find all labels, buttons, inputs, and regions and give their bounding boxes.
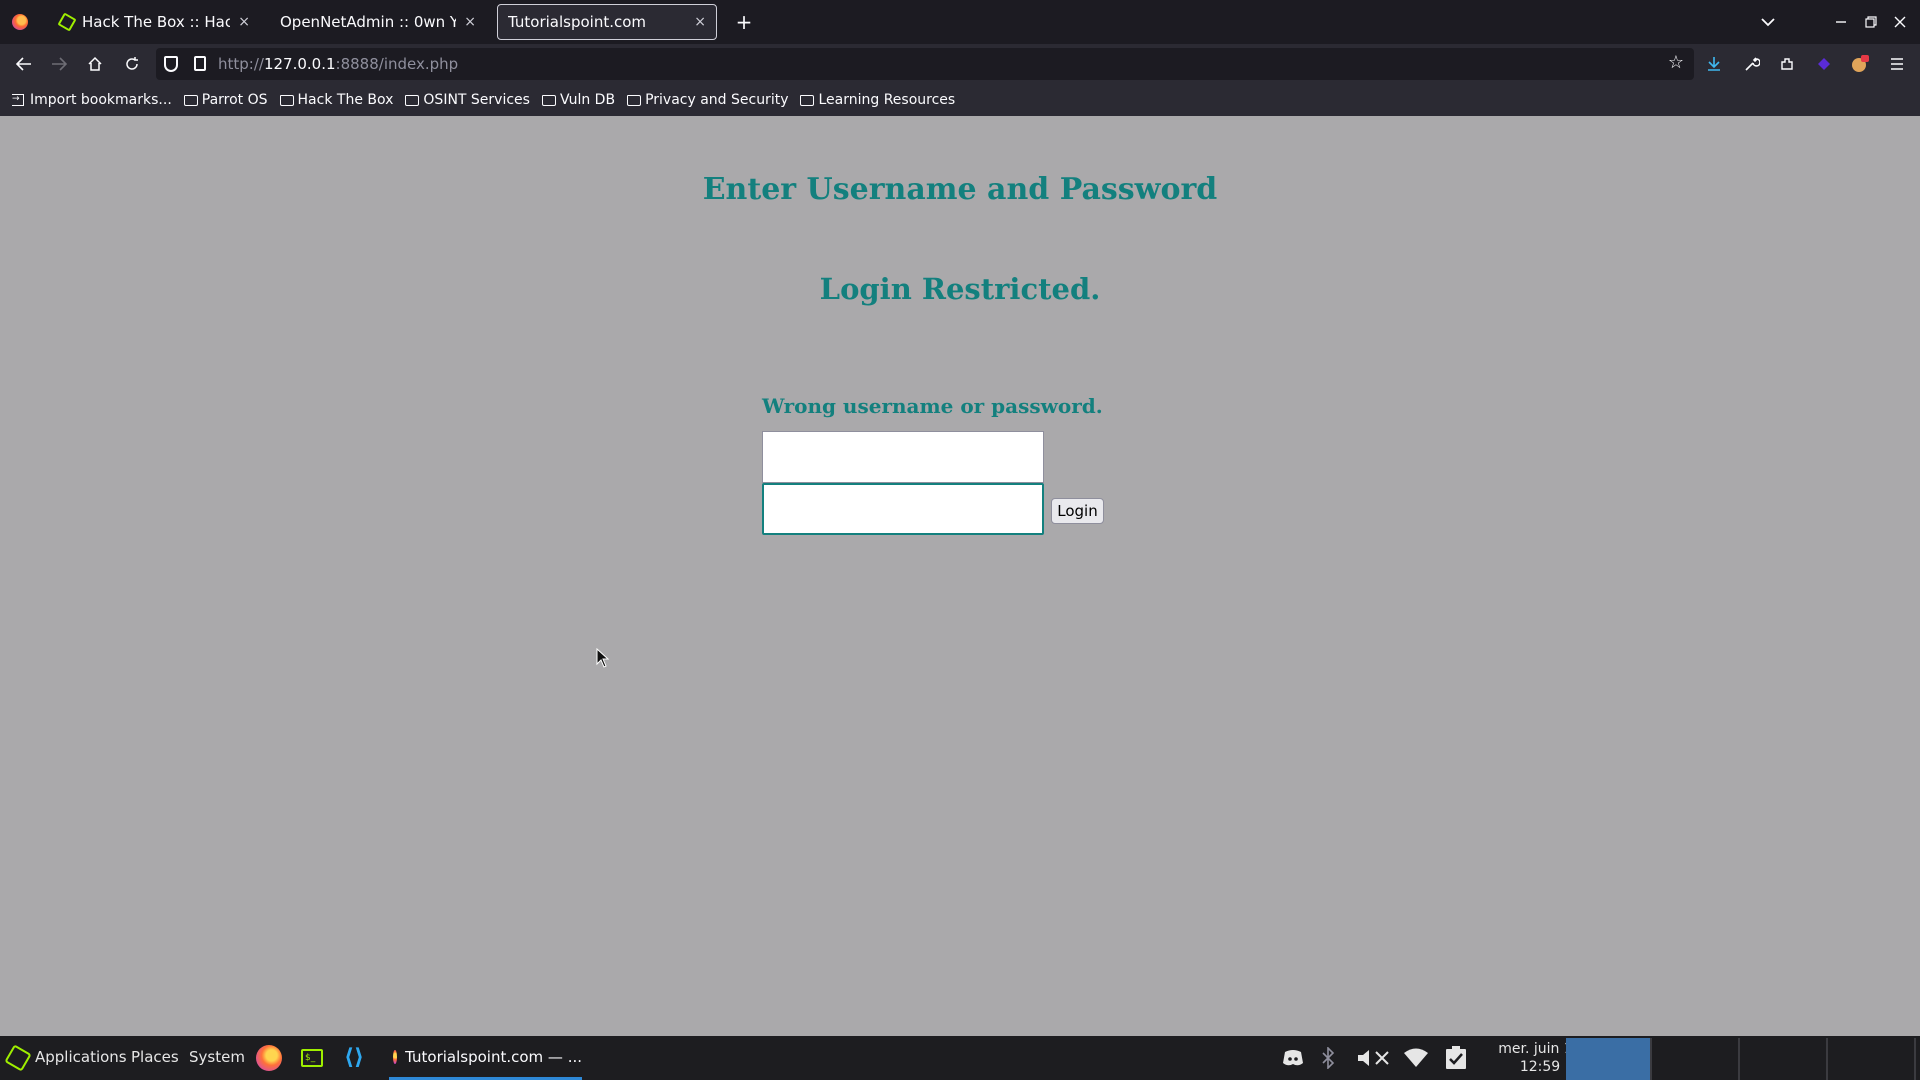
bookmark-folder-hack-the-box[interactable]: Hack The Box (279, 92, 394, 108)
home-button[interactable] (81, 50, 109, 78)
bookmark-label: Parrot OS (201, 92, 268, 108)
bookmark-label: OSINT Services (423, 92, 530, 108)
folder-icon (800, 94, 815, 106)
bluetooth-icon[interactable] (1315, 1046, 1341, 1070)
folder-icon (627, 94, 642, 106)
menu-applications[interactable]: Applications (35, 1048, 127, 1066)
bookmark-folder-privacy-and-security[interactable]: Privacy and Security (627, 92, 788, 108)
tracking-protection-icon[interactable] (164, 56, 178, 72)
page-subtitle: Login Restricted. (819, 272, 1101, 306)
hackthebox-icon (57, 12, 77, 32)
bookmark-folder-parrot-os[interactable]: Parrot OS (183, 92, 268, 108)
bookmark-label: Hack The Box (297, 92, 394, 108)
username-input[interactable] (762, 431, 1044, 483)
url-path: :8888/index.php (335, 55, 459, 73)
menu-places[interactable]: Places (131, 1048, 179, 1066)
firefox-icon (393, 1049, 398, 1064)
clipboard-check-icon[interactable] (1443, 1046, 1469, 1070)
page-content: Enter Username and Password Login Restri… (0, 116, 1920, 1036)
vscode-icon: ⟨⟩ (343, 1045, 365, 1070)
close-icon[interactable]: × (464, 14, 476, 30)
page-info-icon[interactable] (194, 56, 206, 71)
bookmarks-toolbar: → Import bookmarks... Parrot OS Hack The… (0, 84, 1920, 116)
forward-button[interactable] (45, 50, 73, 78)
bookmark-star-icon[interactable]: ☆ (1668, 52, 1684, 73)
bookmark-import[interactable]: → Import bookmarks... (12, 92, 172, 108)
workspace-4[interactable] (1830, 1038, 1916, 1080)
tab-bar: Hack The Box :: Hack The × OpenNetAdmin … (0, 0, 1920, 44)
wifi-icon[interactable] (1403, 1046, 1429, 1070)
workspace-1[interactable] (1566, 1038, 1652, 1080)
discord-icon[interactable] (1280, 1046, 1306, 1070)
vpn-extension-icon[interactable] (1810, 50, 1838, 78)
system-taskbar: Applications Places System $_ ⟨⟩ Tutoria… (0, 1036, 1920, 1080)
url-text[interactable]: http://127.0.0.1:8888/index.php (218, 55, 458, 73)
back-button[interactable] (10, 50, 38, 78)
firefox-menu-icon[interactable] (0, 0, 40, 44)
close-window-button[interactable] (1886, 8, 1914, 36)
folder-icon (541, 94, 556, 106)
page-title: Enter Username and Password (702, 172, 1218, 207)
workspace-3[interactable] (1742, 1038, 1828, 1080)
address-bar[interactable]: http://127.0.0.1:8888/index.php ☆ (156, 48, 1694, 80)
taskbar-window-title: Tutorialspoint.com — ... (405, 1047, 582, 1066)
folder-icon (183, 94, 198, 106)
workspace-2[interactable] (1654, 1038, 1740, 1080)
error-message: Wrong username or password. (762, 394, 1103, 418)
tab-label: Tutorialspoint.com (508, 13, 647, 31)
profile-extension-icon[interactable] (1846, 50, 1874, 78)
vscode-launcher[interactable]: ⟨⟩ (339, 1044, 369, 1072)
minimize-button[interactable] (1827, 8, 1855, 36)
bookmark-label: Import bookmarks... (30, 92, 172, 108)
hamburger-menu-icon[interactable] (1883, 50, 1911, 78)
firefox-launcher[interactable] (254, 1044, 284, 1072)
close-icon[interactable]: × (238, 14, 250, 30)
tab-hackthebox[interactable]: Hack The Box :: Hack The × (50, 4, 260, 40)
restore-button[interactable] (1857, 8, 1885, 36)
folder-icon (279, 94, 294, 106)
volume-muted-icon[interactable] (1354, 1046, 1398, 1070)
bookmark-folder-osint-services[interactable]: OSINT Services (405, 92, 530, 108)
parrot-apps-icon[interactable] (4, 1044, 32, 1072)
navigation-toolbar: http://127.0.0.1:8888/index.php ☆ (0, 44, 1920, 84)
url-scheme: http:// (218, 55, 264, 73)
terminal-icon: $_ (301, 1049, 323, 1067)
tab-label: Hack The Box :: Hack The (82, 13, 231, 31)
login-button[interactable]: Login (1051, 498, 1104, 524)
url-host: 127.0.0.1 (263, 55, 336, 73)
tab-label: OpenNetAdmin :: 0wn Your N (280, 13, 457, 31)
close-icon[interactable]: × (694, 14, 706, 30)
new-tab-button[interactable]: + (730, 8, 758, 36)
password-input[interactable] (762, 483, 1044, 535)
tab-tutorialspoint[interactable]: Tutorialspoint.com × (497, 4, 717, 40)
taskbar-window-firefox[interactable]: Tutorialspoint.com — ... (389, 1036, 582, 1080)
terminal-launcher[interactable]: $_ (297, 1044, 327, 1072)
bookmark-label: Vuln DB (559, 92, 616, 108)
downloads-button[interactable] (1700, 50, 1728, 78)
wrench-icon[interactable] (1738, 50, 1766, 78)
firefox-icon (256, 1045, 282, 1071)
import-icon: → (12, 94, 24, 106)
reload-button[interactable] (118, 50, 146, 78)
folder-icon (405, 94, 420, 106)
tab-opennetadmin[interactable]: OpenNetAdmin :: 0wn Your N × (270, 4, 486, 40)
bookmark-folder-learning-resources[interactable]: Learning Resources (800, 92, 955, 108)
mouse-cursor-icon (596, 647, 610, 672)
extensions-icon[interactable] (1773, 50, 1801, 78)
list-all-tabs-button[interactable] (1754, 8, 1782, 36)
bookmark-folder-vuln-db[interactable]: Vuln DB (541, 92, 616, 108)
bookmark-label: Learning Resources (818, 92, 956, 108)
menu-system[interactable]: System (189, 1048, 245, 1066)
bookmark-label: Privacy and Security (645, 92, 789, 108)
